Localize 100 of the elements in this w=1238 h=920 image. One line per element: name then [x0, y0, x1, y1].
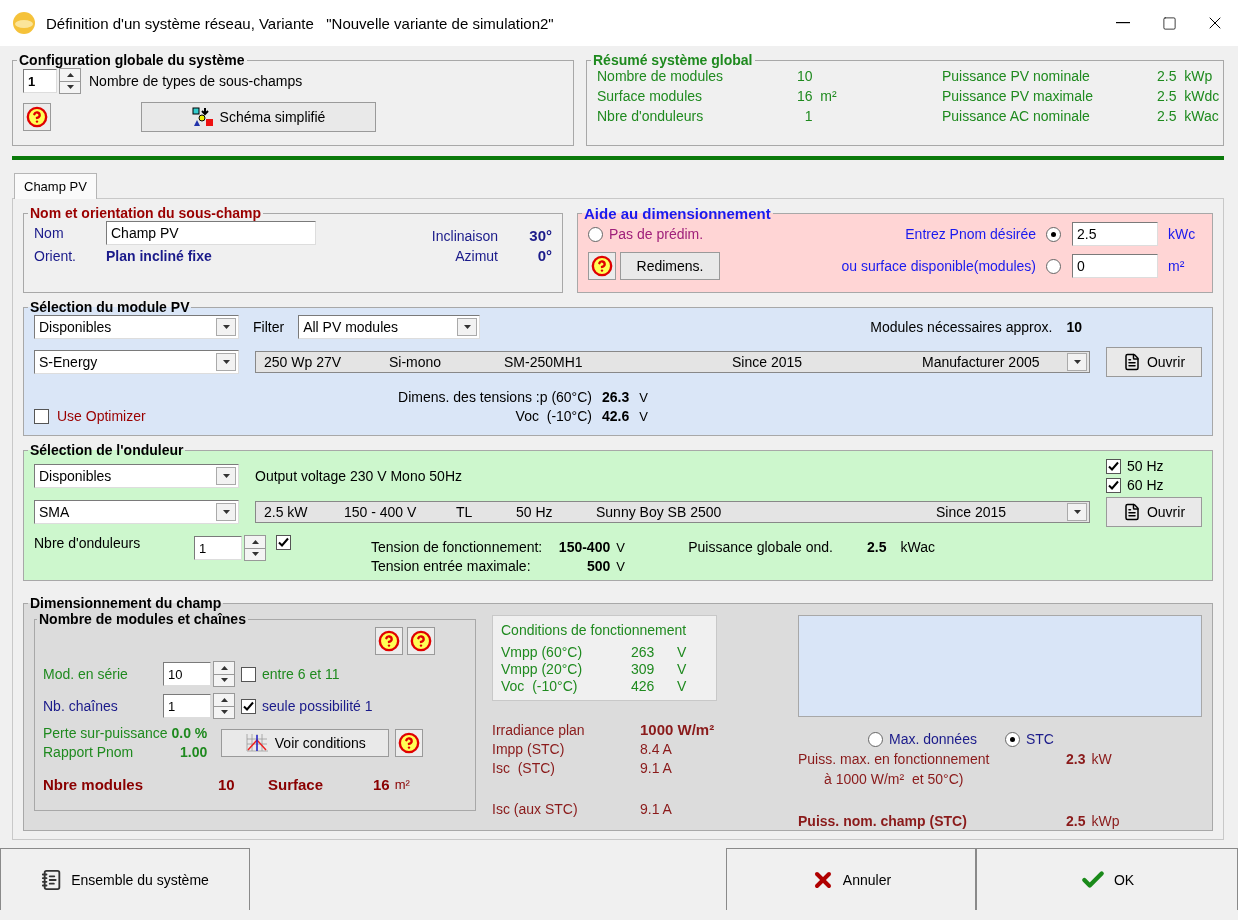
modules-value: 10: [218, 776, 236, 793]
summary-value: 2.5 kWdc: [1157, 88, 1220, 104]
tab[interactable]: Champ PV: [14, 173, 97, 199]
checkbox[interactable]: [241, 698, 256, 714]
checkbox-label: seule possibilité 1: [262, 698, 373, 714]
number-field[interactable]: 10: [163, 662, 211, 686]
conditions-button[interactable]: Voir conditions: [221, 728, 390, 757]
help-icon: [410, 630, 432, 652]
summary-label: Surface modules: [597, 88, 704, 104]
unit-label: kW: [1091, 751, 1112, 767]
number-field[interactable]: 1: [194, 536, 242, 560]
spin-buttons[interactable]: [213, 693, 235, 719]
field-label: Impp (STC): [492, 741, 566, 757]
radio-button[interactable]: [588, 226, 603, 242]
dropdown[interactable]: SMA: [34, 500, 239, 524]
help-icon: [591, 255, 613, 277]
radio-button[interactable]: [868, 731, 883, 747]
power-value: 2.3: [1066, 751, 1086, 767]
field-label: Dimens. des tensions :p (60°C): [398, 389, 592, 405]
help-button[interactable]: [375, 627, 403, 655]
field-label: Vmpp (60°C): [501, 644, 584, 660]
caret-icon: [216, 466, 236, 485]
radio-button[interactable]: [1004, 731, 1020, 747]
voltage-value: 42.6: [602, 408, 630, 424]
dialog-button[interactable]: OK: [976, 848, 1238, 910]
unit-label: V: [639, 389, 649, 405]
tilt-value: 30°: [529, 227, 552, 244]
field-label: Nb. chaînes: [43, 698, 119, 714]
group-title: Résumé système global: [592, 52, 754, 68]
radio-button[interactable]: [1046, 226, 1061, 242]
help-button[interactable]: [588, 252, 616, 280]
caret-icon: [457, 318, 478, 336]
field-label: Surface: [268, 776, 325, 793]
dropdown[interactable]: All PV modules: [298, 315, 481, 339]
caret-icon: [216, 503, 236, 521]
help-button[interactable]: [407, 627, 435, 655]
help-button[interactable]: [395, 728, 424, 757]
checkbox-label: 60 Hz: [1127, 477, 1164, 493]
caret-icon: [216, 318, 236, 336]
voltage-value: 426: [631, 678, 656, 694]
checkbox[interactable]: [1106, 458, 1121, 474]
voltage-value: 150-400: [558, 539, 611, 555]
model-select[interactable]: 250 Wp 27V Si-mono SM-250MH1 Since 2015 Manufacturer 2005: [255, 351, 1090, 373]
power-value: 2.5: [1066, 813, 1086, 829]
field-label: Isc (STC): [492, 760, 556, 776]
spin-buttons[interactable]: [59, 68, 81, 94]
number-field[interactable]: 1: [23, 69, 57, 93]
dropdown[interactable]: S-Energy: [34, 350, 239, 374]
help-button[interactable]: [23, 103, 51, 131]
number-field[interactable]: 1: [163, 694, 211, 718]
checkbox[interactable]: [34, 408, 49, 424]
unit-label: V: [616, 558, 626, 574]
group-title: Nombre de modules et chaînes: [38, 611, 247, 627]
loss-value: 0.0 %: [171, 725, 208, 741]
number-field[interactable]: 2.5: [1072, 222, 1158, 246]
field-label: Nom: [34, 225, 65, 241]
group-title: Sélection du module PV: [29, 299, 191, 315]
summary-value: 16 m²: [797, 88, 838, 104]
checkbox[interactable]: [241, 666, 256, 682]
number-field[interactable]: 0: [1072, 254, 1158, 278]
ratio-value: 1.00: [180, 744, 208, 760]
field-label: Perte sur-puissance: [43, 725, 168, 741]
schema-button[interactable]: Schéma simplifié: [141, 102, 376, 132]
unit-label: m²: [394, 777, 410, 792]
unit-label: V: [677, 678, 688, 694]
dialog-button[interactable]: Annuler: [726, 848, 976, 910]
minimize-icon: [1116, 22, 1130, 24]
field-label: Puiss. nom. champ (STC): [798, 813, 968, 829]
chart-icon: [244, 732, 269, 753]
checkbox[interactable]: [276, 535, 291, 550]
summary-label: Nombre de modules: [597, 68, 725, 84]
unit-label: V: [616, 539, 626, 555]
open-button[interactable]: Ouvrir: [1106, 347, 1202, 377]
radio-button[interactable]: [1046, 258, 1061, 274]
field-label: Isc (aux STC): [492, 801, 579, 817]
checkbox-label: Use Optimizer: [57, 408, 146, 424]
field-label: Irradiance plan: [492, 721, 586, 738]
summary-label: Puissance PV nominale: [942, 68, 1091, 84]
resize-button[interactable]: Redimens.: [620, 252, 720, 280]
document-icon: [1122, 353, 1141, 371]
summary-value: 10: [797, 68, 814, 84]
unit-label: kWac: [900, 539, 935, 555]
panel-title: Conditions de fonctionnement: [501, 622, 688, 638]
model-select[interactable]: 2.5 kW 150 - 400 V TL 50 Hz Sunny Boy SB 2500 Since 2015: [255, 501, 1090, 523]
caret-icon: [216, 353, 236, 371]
open-button[interactable]: Ouvrir: [1106, 497, 1202, 527]
spin-buttons[interactable]: [213, 661, 235, 687]
field-label: Rapport Pnom: [43, 744, 135, 760]
field-label: Nbre modules: [43, 776, 145, 793]
checkbox-label: 50 Hz: [1127, 458, 1164, 474]
name-field[interactable]: Champ PV: [106, 221, 316, 245]
field-label: Azimut: [455, 247, 498, 264]
radio-label: Entrez Pnom désirée: [905, 226, 1036, 242]
spin-buttons[interactable]: [244, 535, 266, 561]
dropdown[interactable]: Disponibles: [34, 463, 239, 488]
dropdown[interactable]: Disponibles: [34, 315, 239, 339]
dialog-button[interactable]: Ensemble du système: [0, 848, 250, 910]
needed-value: 10: [1066, 319, 1082, 335]
checkbox[interactable]: [1106, 477, 1121, 493]
electrical-value: 9.1 A: [640, 760, 673, 776]
